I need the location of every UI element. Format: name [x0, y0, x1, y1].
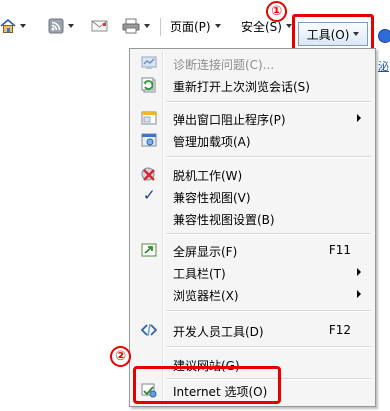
menu-item-reopen-session[interactable]: 重新打开上次浏览会话(S)	[130, 74, 375, 96]
step-2-marker: ②	[110, 346, 131, 367]
menu-item-label: 弹出窗口阻止程序(P)	[173, 113, 286, 127]
page-menu-label: 页面(P)	[170, 19, 211, 34]
home-icon	[0, 18, 16, 33]
submenu-arrow-icon	[357, 290, 361, 298]
menu-item-popup-blocker[interactable]: 弹出窗口阻止程序(P)	[130, 107, 375, 129]
print-dropdown-arrow[interactable]	[144, 24, 150, 28]
menu-item-label: 诊断连接问题(C)...	[173, 58, 275, 72]
menu-item-label: 工具栏(T)	[173, 267, 226, 281]
help-icon	[378, 29, 390, 43]
menu-item-developer-tools[interactable]: 开发人员工具(D) F12	[130, 319, 375, 341]
diagnose-icon	[141, 56, 157, 69]
menu-item-label: 脱机工作(W)	[173, 169, 243, 183]
page-menu-button[interactable]: 页面(P)	[170, 14, 221, 38]
popup-blocker-icon	[141, 111, 157, 125]
menu-item-label: 重新打开上次浏览会话(S)	[173, 80, 310, 94]
developer-tools-icon	[141, 323, 157, 337]
internet-options-highlight-box	[133, 366, 281, 404]
menu-item-label: 兼容性视图(V)	[173, 191, 251, 205]
feed-icon	[48, 18, 64, 34]
checkmark-icon: ✓	[143, 186, 156, 204]
menu-item-work-offline[interactable]: 脱机工作(W)	[130, 163, 375, 185]
step-1-marker: ①	[266, 1, 287, 22]
home-button[interactable]	[0, 14, 26, 38]
feeds-dropdown-arrow[interactable]	[68, 24, 74, 28]
menu-item-label: 开发人员工具(D)	[173, 325, 264, 339]
tools-dropdown-menu: 诊断连接问题(C)... 重新打开上次浏览会话(S) 弹出窗口阻止程序(P) 管…	[129, 48, 376, 407]
menu-item-compatibility-view-settings[interactable]: 兼容性视图设置(B)	[130, 207, 375, 229]
step-2-marker-text: ②	[114, 349, 126, 364]
submenu-arrow-icon	[357, 114, 361, 122]
menu-item-label: 兼容性视图设置(B)	[173, 213, 275, 227]
help-button[interactable]	[378, 24, 390, 48]
home-dropdown-arrow[interactable]	[20, 24, 26, 28]
menu-item-label: 管理加载项(A)	[173, 135, 251, 149]
print-button[interactable]	[122, 14, 150, 38]
feeds-button[interactable]	[48, 14, 74, 38]
toolbar-separator	[160, 18, 161, 36]
command-bar: 页面(P) 安全(S) ① 工具(O)	[0, 0, 390, 55]
addons-icon	[141, 133, 157, 147]
menu-item-label: 全屏显示(F)	[173, 245, 238, 259]
page-link-fragment[interactable]: 泌	[378, 58, 389, 74]
menu-item-manage-addons[interactable]: 管理加载项(A)	[130, 129, 375, 151]
submenu-arrow-icon	[357, 268, 361, 276]
menu-separator	[166, 346, 371, 348]
menu-item-full-screen[interactable]: 全屏显示(F) F11	[130, 239, 375, 261]
menu-item-label: 浏览器栏(X)	[173, 289, 239, 303]
page-dropdown-arrow	[214, 24, 221, 28]
mail-icon	[91, 20, 108, 32]
menu-separator	[166, 101, 371, 103]
work-offline-icon	[141, 167, 155, 181]
step-1-marker-text: ①	[270, 4, 282, 19]
fullscreen-icon	[141, 243, 157, 257]
reopen-session-icon	[141, 77, 156, 93]
menu-item-shortcut: F12	[328, 323, 351, 337]
menu-separator	[166, 233, 371, 235]
printer-icon	[122, 18, 140, 34]
read-mail-button[interactable]	[91, 14, 108, 38]
menu-item-diagnose-connection: 诊断连接问题(C)...	[130, 52, 375, 74]
menu-item-toolbars[interactable]: 工具栏(T)	[130, 261, 375, 283]
menu-separator	[166, 310, 371, 312]
menu-separator	[166, 156, 371, 158]
menu-item-shortcut: F11	[328, 243, 351, 257]
menu-item-compatibility-view[interactable]: ✓ 兼容性视图(V)	[130, 185, 375, 207]
menu-item-explorer-bars[interactable]: 浏览器栏(X)	[130, 283, 375, 305]
